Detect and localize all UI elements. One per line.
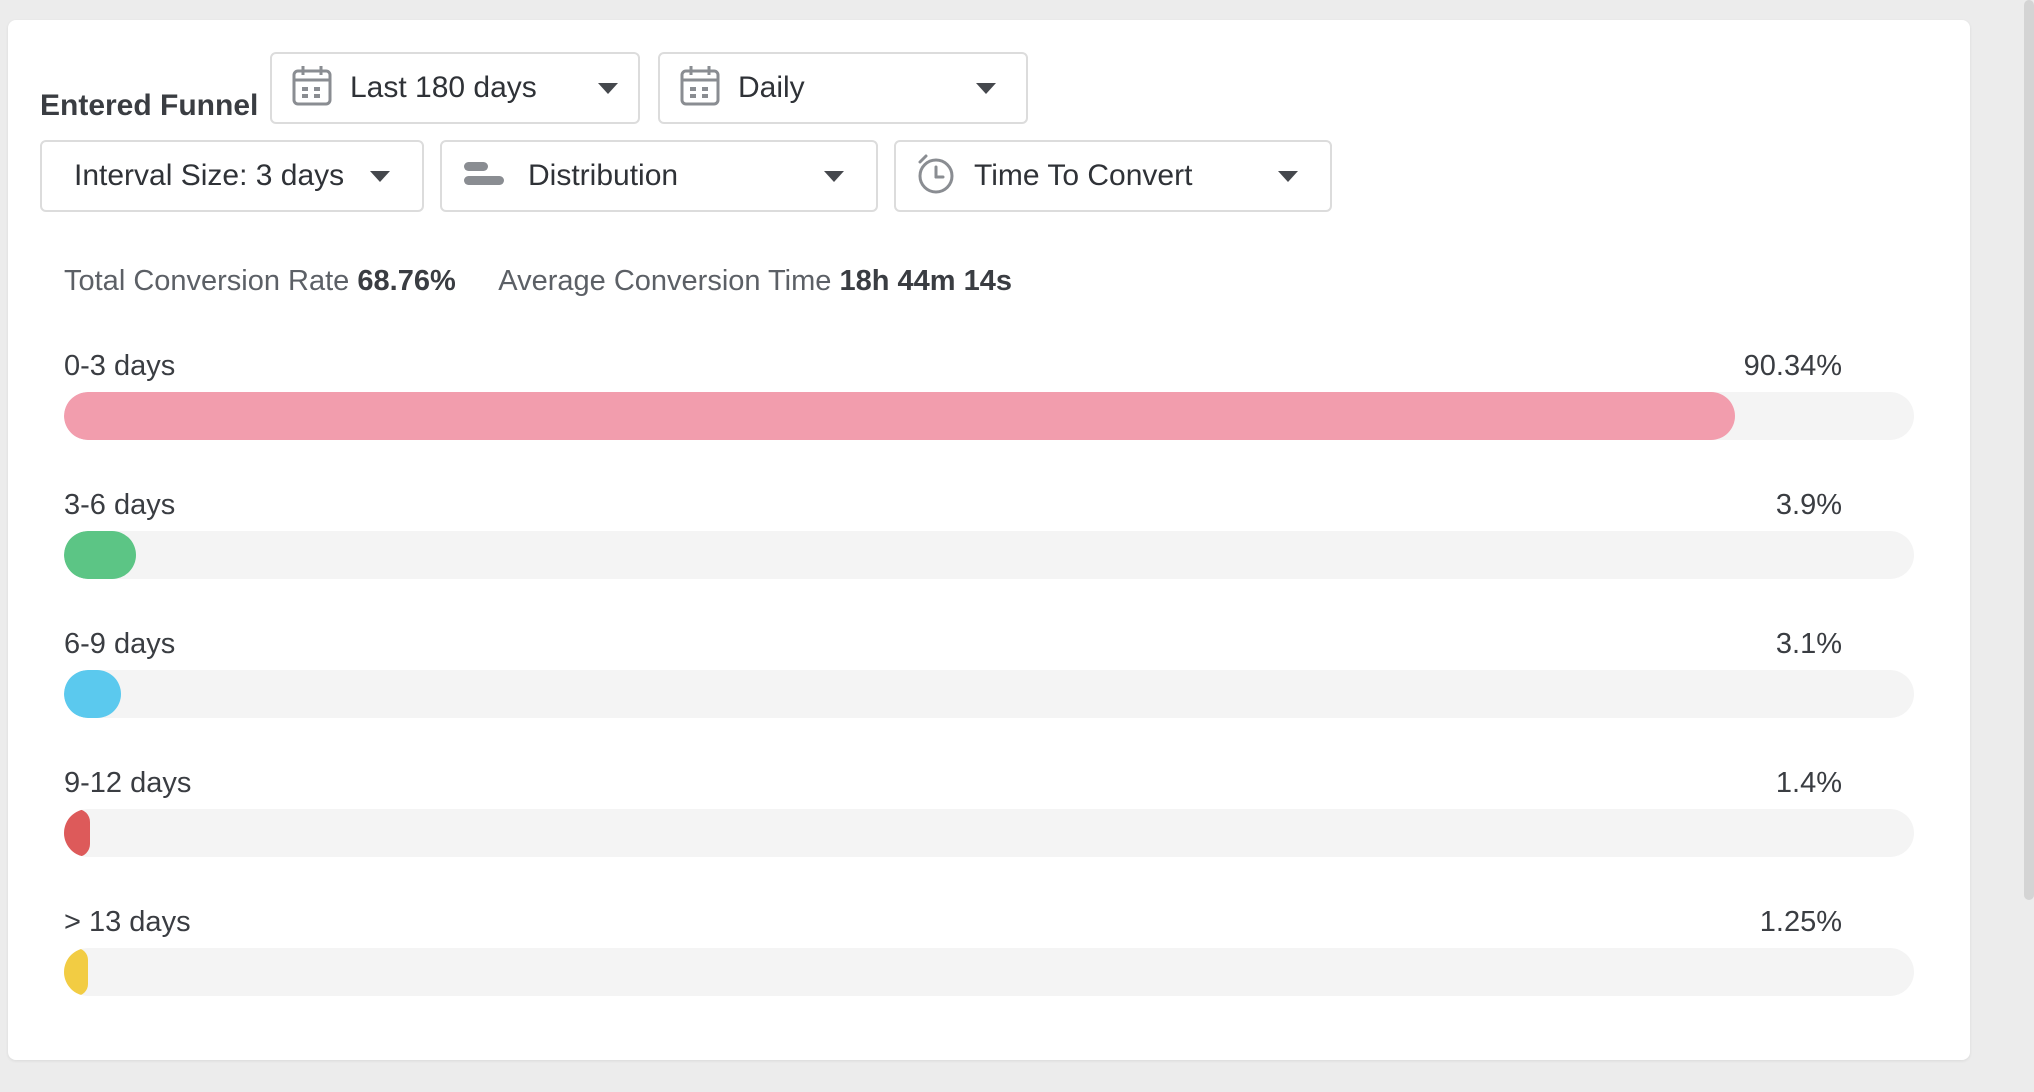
bucket-label: 3-6 days bbox=[64, 489, 176, 521]
granularity-dropdown[interactable]: Daily bbox=[658, 52, 1028, 124]
avg-conversion-time-label: Average Conversion Time bbox=[498, 265, 832, 297]
bucket-bar-track bbox=[64, 809, 1914, 857]
calendar-icon bbox=[292, 65, 332, 112]
conversion-stats: Total Conversion Rate 68.76% Average Con… bbox=[64, 265, 1012, 298]
bucket-label: > 13 days bbox=[64, 906, 191, 938]
chevron-down-icon bbox=[598, 82, 618, 94]
entered-funnel-label: Entered Funnel bbox=[40, 89, 259, 122]
bucket-bar-track bbox=[64, 670, 1914, 718]
chevron-down-icon bbox=[370, 170, 390, 182]
date-range-value: Last 180 days bbox=[350, 71, 537, 104]
view-type-value: Distribution bbox=[528, 159, 679, 192]
total-conversion-rate-label: Total Conversion Rate bbox=[64, 265, 350, 297]
metric-dropdown[interactable]: Time To Convert bbox=[894, 140, 1332, 212]
view-type-dropdown[interactable]: Distribution bbox=[440, 140, 878, 212]
chevron-down-icon bbox=[976, 82, 996, 94]
avg-conversion-time-value: 18h 44m 14s bbox=[839, 265, 1012, 297]
granularity-value: Daily bbox=[738, 71, 805, 104]
bucket-bar-track bbox=[64, 531, 1914, 579]
chevron-down-icon bbox=[1278, 170, 1298, 182]
bucket-label: 9-12 days bbox=[64, 767, 192, 799]
date-range-dropdown[interactable]: Last 180 days bbox=[270, 52, 640, 124]
interval-size-value: Interval Size: 3 days bbox=[74, 159, 345, 192]
bucket-bar-fill bbox=[64, 809, 90, 857]
bucket-bar-fill bbox=[64, 948, 88, 996]
bucket-bar-track bbox=[64, 392, 1914, 440]
bucket-percent: 1.25% bbox=[1759, 906, 1842, 938]
total-conversion-rate-value: 68.76% bbox=[357, 265, 456, 297]
bucket-percent: 3.9% bbox=[1775, 489, 1842, 521]
bucket-bar-track bbox=[64, 948, 1914, 996]
chevron-down-icon bbox=[824, 170, 844, 182]
bucket-percent: 90.34% bbox=[1743, 350, 1842, 382]
bar-distribution-icon bbox=[464, 159, 504, 194]
interval-size-dropdown[interactable]: Interval Size: 3 days bbox=[40, 140, 424, 212]
funnel-card: Entered Funnel Last 180 days Daily Inter… bbox=[8, 20, 1970, 1060]
bucket-percent: 1.4% bbox=[1775, 767, 1842, 799]
bucket-bar-fill bbox=[64, 531, 137, 579]
scrollbar[interactable] bbox=[2024, 0, 2034, 900]
bucket-label: 0-3 days bbox=[64, 350, 176, 382]
calendar-icon bbox=[680, 65, 720, 112]
metric-value: Time To Convert bbox=[974, 159, 1193, 192]
bucket-bar-fill bbox=[64, 670, 122, 718]
stopwatch-icon bbox=[916, 153, 956, 200]
bucket-bar-fill bbox=[64, 392, 1736, 440]
bucket-percent: 3.1% bbox=[1775, 628, 1842, 660]
entered-funnel-row: Entered Funnel bbox=[40, 70, 258, 142]
bucket-label: 6-9 days bbox=[64, 628, 176, 660]
